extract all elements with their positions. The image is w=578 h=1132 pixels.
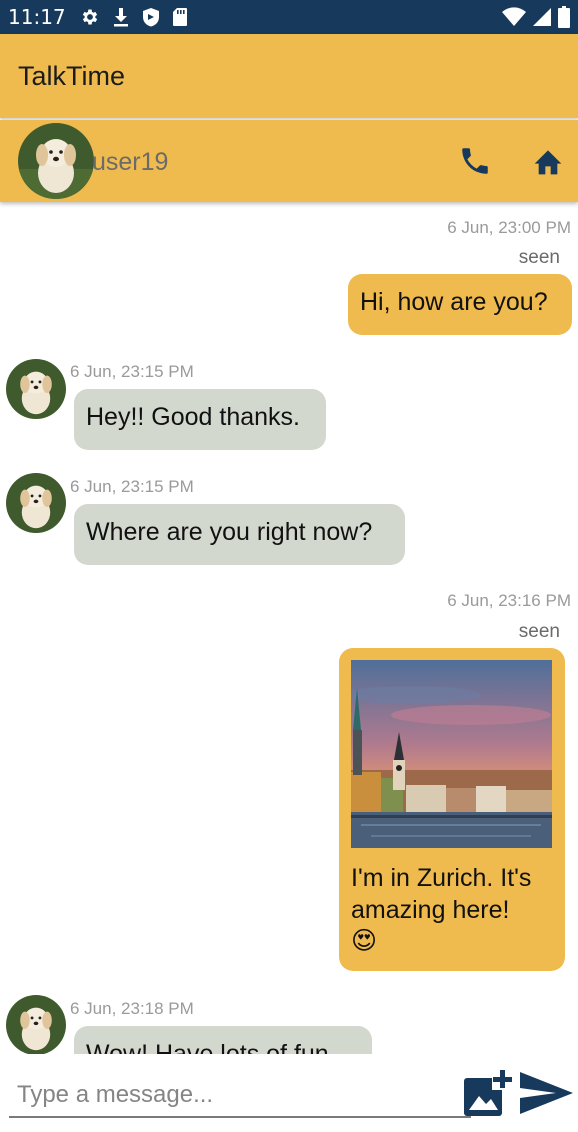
status-time: 11:17 bbox=[8, 5, 66, 29]
battery-icon bbox=[558, 6, 570, 28]
message-timestamp: 6 Jun, 23:15 PM bbox=[70, 362, 194, 381]
app-title: TalkTime bbox=[18, 60, 126, 91]
send-icon[interactable] bbox=[518, 1070, 574, 1116]
message-bubble-outgoing[interactable]: I'm in Zurich. It's amazing here! 😍 bbox=[339, 648, 565, 971]
signal-icon bbox=[533, 8, 551, 26]
message-bubble-outgoing[interactable]: Hi, how are you? bbox=[348, 274, 572, 335]
message-bubble-incoming[interactable]: Hey!! Good thanks. bbox=[74, 389, 326, 450]
message-text: Wow! Have lots of fun bbox=[86, 1040, 329, 1054]
avatar[interactable] bbox=[6, 995, 66, 1054]
message-emoji: 😍 bbox=[351, 927, 378, 955]
message-seen-status: seen bbox=[518, 621, 560, 642]
message-timestamp: 6 Jun, 23:00 PM bbox=[447, 218, 571, 237]
download-icon bbox=[113, 8, 128, 27]
message-bubble-incoming[interactable]: Where are you right now? bbox=[74, 504, 405, 565]
message-seen-status: seen bbox=[518, 247, 560, 268]
message-text: Hey!! Good thanks. bbox=[86, 403, 301, 431]
avatar[interactable] bbox=[6, 359, 66, 419]
message-text: I'm in Zurich. It's amazing here! bbox=[351, 864, 532, 924]
message-bubble-incoming[interactable]: Wow! Have lots of fun bbox=[74, 1026, 372, 1054]
message-text: Hi, how are you? bbox=[360, 288, 548, 316]
avatar[interactable] bbox=[6, 473, 66, 533]
message-list[interactable]: 6 Jun, 23:00 PM seen Hi, how are you? 6 … bbox=[0, 204, 578, 1054]
shield-icon bbox=[142, 8, 159, 27]
home-icon[interactable] bbox=[532, 146, 564, 176]
message-timestamp: 6 Jun, 23:16 PM bbox=[447, 591, 571, 610]
message-timestamp: 6 Jun, 23:18 PM bbox=[70, 999, 194, 1018]
settings-icon bbox=[82, 9, 97, 25]
sd-card-icon bbox=[172, 8, 187, 26]
message-timestamp: 6 Jun, 23:15 PM bbox=[70, 477, 194, 496]
call-icon[interactable] bbox=[458, 144, 492, 178]
message-input[interactable] bbox=[9, 1074, 471, 1118]
chat-username: user19 bbox=[92, 148, 169, 176]
message-text: Where are you right now? bbox=[86, 518, 373, 546]
status-bar: 11:17 bbox=[0, 0, 578, 34]
app-bar: TalkTime bbox=[0, 34, 578, 118]
zurich-photo[interactable] bbox=[351, 660, 552, 848]
message-input-bar bbox=[0, 1054, 578, 1132]
wifi-icon bbox=[502, 7, 526, 27]
avatar[interactable] bbox=[18, 123, 94, 199]
add-image-icon[interactable] bbox=[462, 1068, 514, 1118]
